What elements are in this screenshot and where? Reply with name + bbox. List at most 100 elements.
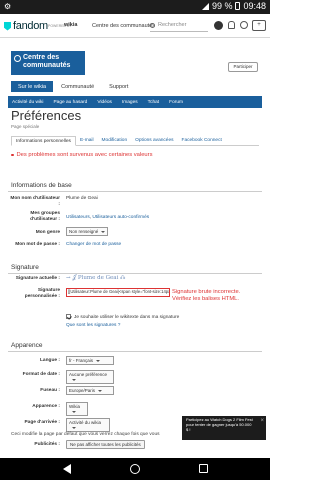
error-bullet-icon	[11, 153, 14, 157]
back-icon[interactable]	[63, 464, 71, 474]
timezone-select-value: Europe/Paris	[69, 388, 96, 393]
username-label: Mon nom d'utilisateur :	[10, 196, 60, 207]
current-signature-row: Signature actuelle : → 𝒥 Plume de Geai ☊	[8, 275, 262, 286]
current-signature-preview[interactable]: → 𝒥 Plume de Geai ☊	[66, 275, 125, 282]
subnav-item-chat[interactable]: Tchat	[148, 100, 159, 105]
current-signature-label: Signature actuelle :	[15, 276, 60, 281]
home-page-select[interactable]: Activité du wikia	[66, 418, 110, 432]
wikitext-checkbox[interactable]	[66, 314, 71, 319]
ads-select[interactable]: Ne pas afficher toutes les publicités	[66, 440, 145, 449]
close-icon[interactable]: ×	[260, 418, 264, 424]
subnav-item-random[interactable]: Page au hasard	[53, 100, 87, 105]
community-tabs: Sur le wikia Communauté Support	[11, 81, 135, 92]
avatar[interactable]	[214, 21, 223, 30]
home-page-select-value: Activité du wikia	[69, 420, 102, 425]
skin-select-value: Wikia	[69, 404, 80, 409]
wiki-logo[interactable]: Centre des communautés	[11, 51, 85, 75]
signature-section: Signature Signature actuelle : → 𝒥 Plume…	[8, 262, 262, 342]
create-button[interactable]: +	[252, 20, 266, 31]
groups-label: Mes groupes d'utilisateur :	[30, 211, 60, 222]
timezone-row: Fuseau : Europe/Paris	[8, 386, 262, 397]
date-format-select[interactable]: Aucune préférence	[66, 370, 114, 384]
chevron-down-icon	[96, 359, 101, 362]
fandom-logo[interactable]: fandom	[4, 20, 48, 32]
wiki-subnav: Activité du wiki Page au hasard Vidéos I…	[8, 96, 262, 108]
ads-label: Publicités :	[34, 442, 60, 447]
date-format-select-value: Aucune préférence	[69, 372, 108, 377]
section-title-signature: Signature	[8, 262, 262, 274]
language-select-value: fr - Français	[69, 358, 94, 363]
page-subtitle: Page spéciale	[11, 124, 40, 129]
tab-email[interactable]: E-mail	[76, 136, 98, 146]
error-text: Des problèmes sont survenus avec certain…	[16, 152, 153, 158]
chevron-down-icon	[72, 426, 76, 429]
signal-icon	[201, 2, 209, 10]
tab-communaute[interactable]: Communauté	[54, 81, 101, 92]
chevron-down-icon	[72, 378, 76, 381]
notifications-bell-icon[interactable]	[228, 21, 235, 29]
tab-editing[interactable]: Modification	[98, 136, 132, 146]
skin-label: Apparence :	[32, 404, 60, 409]
search-placeholder: Rechercher	[158, 22, 187, 28]
ad-banner[interactable]: Participez au Watch Dogs 2 Film Fest pou…	[182, 416, 266, 440]
tab-personal-info[interactable]: Informations personnelles	[11, 136, 76, 146]
tab-facebook-connect[interactable]: Facebook Connect	[178, 136, 226, 146]
subnav-item-videos[interactable]: Vidéos	[97, 100, 112, 105]
password-label: Mon mot de passe :	[15, 242, 60, 247]
skin-select[interactable]: Wikia	[66, 402, 88, 416]
username-row: Mon nom d'utilisateur : Plume de Geai	[8, 196, 262, 210]
wikitext-checkbox-row: Je souhaite utiliser le wikitexte dans m…	[66, 314, 256, 322]
home-icon[interactable]	[130, 464, 140, 474]
gender-select[interactable]: Non renseigné	[66, 227, 109, 236]
tab-support[interactable]: Support	[102, 81, 135, 92]
wikia-wordmark: wikia	[64, 22, 78, 28]
timezone-select[interactable]: Europe/Paris	[66, 386, 114, 395]
username-value: Plume de Geai	[66, 196, 98, 201]
participer-button[interactable]: Participer	[228, 62, 258, 72]
global-navigation: fandom POWERED BY wikia Centre des commu…	[0, 14, 270, 38]
custom-signature-row: Signature personnalisée : [[Utilisateur:…	[8, 288, 262, 306]
recents-icon[interactable]	[199, 464, 208, 473]
groups-link-autoconfirmed[interactable]: Utilisateurs auto-confirmés	[92, 215, 149, 220]
tab-advanced[interactable]: Options avancées	[131, 136, 177, 146]
subnav-item-activity[interactable]: Activité du wiki	[12, 100, 43, 105]
hub-link[interactable]: Centre des communautés	[92, 23, 155, 29]
tab-sur-le-wikia[interactable]: Sur le wikia	[11, 81, 54, 92]
basic-info-section: Informations de base Mon nom d'utilisate…	[8, 180, 262, 258]
subnav-item-images[interactable]: Images	[122, 100, 138, 105]
section-title-basic-info: Informations de base	[8, 180, 262, 192]
community-header: Centre des communautés Participer Sur le…	[8, 48, 262, 96]
skin-row: Apparence : Wikia	[8, 402, 262, 416]
error-message: Des problèmes sont survenus avec certain…	[11, 152, 152, 158]
preferences-content: Préférences Page spéciale Informations p…	[8, 108, 262, 458]
chevron-down-icon	[98, 389, 103, 392]
signature-error: Signature brute incorrecte. Vérifiez les…	[172, 289, 241, 302]
fandom-logo-text: fandom	[13, 20, 48, 32]
fandom-logo-icon	[4, 21, 11, 31]
search-icon[interactable]	[150, 23, 155, 28]
home-page-label: Page d'arrivée :	[24, 420, 60, 425]
language-label: Langue :	[40, 358, 60, 363]
ad-text: Participez au Watch Dogs 2 Film Fest pou…	[186, 417, 253, 432]
date-format-row: Format de date : Aucune préférence	[8, 370, 262, 384]
groups-row: Mes groupes d'utilisateur : Utilisateurs…	[8, 211, 262, 225]
signature-input[interactable]: [[Utilisateur:Plume de Geai|<span style=…	[66, 288, 170, 297]
wikitext-checkbox-label[interactable]: Je souhaite utiliser le wikitexte dans m…	[74, 315, 179, 320]
groups-link-users[interactable]: Utilisateurs	[66, 215, 90, 220]
battery-level: 99 %	[211, 1, 233, 11]
language-select[interactable]: fr - Français	[66, 356, 114, 365]
wiki-name-line2: communautés	[23, 62, 71, 69]
change-password-link[interactable]: Changer de mot de passe	[66, 242, 121, 247]
gear-icon[interactable]	[240, 21, 248, 29]
subnav-item-forum[interactable]: Forum	[169, 100, 183, 105]
page-title: Préférences	[11, 108, 82, 123]
chevron-down-icon	[101, 230, 106, 233]
language-row: Langue : fr - Français	[8, 356, 262, 367]
search-input[interactable]: Rechercher	[150, 21, 208, 32]
gender-label: Mon genre	[35, 230, 60, 235]
preference-tabs: Informations personnelles E-mail Modific…	[11, 136, 259, 146]
wiki-name-line1: Centre des	[23, 54, 60, 61]
notification-icon: ⚙	[4, 2, 12, 11]
signature-help-link[interactable]: Que sont les signatures ?	[66, 323, 186, 331]
android-navigation-bar	[0, 458, 270, 480]
